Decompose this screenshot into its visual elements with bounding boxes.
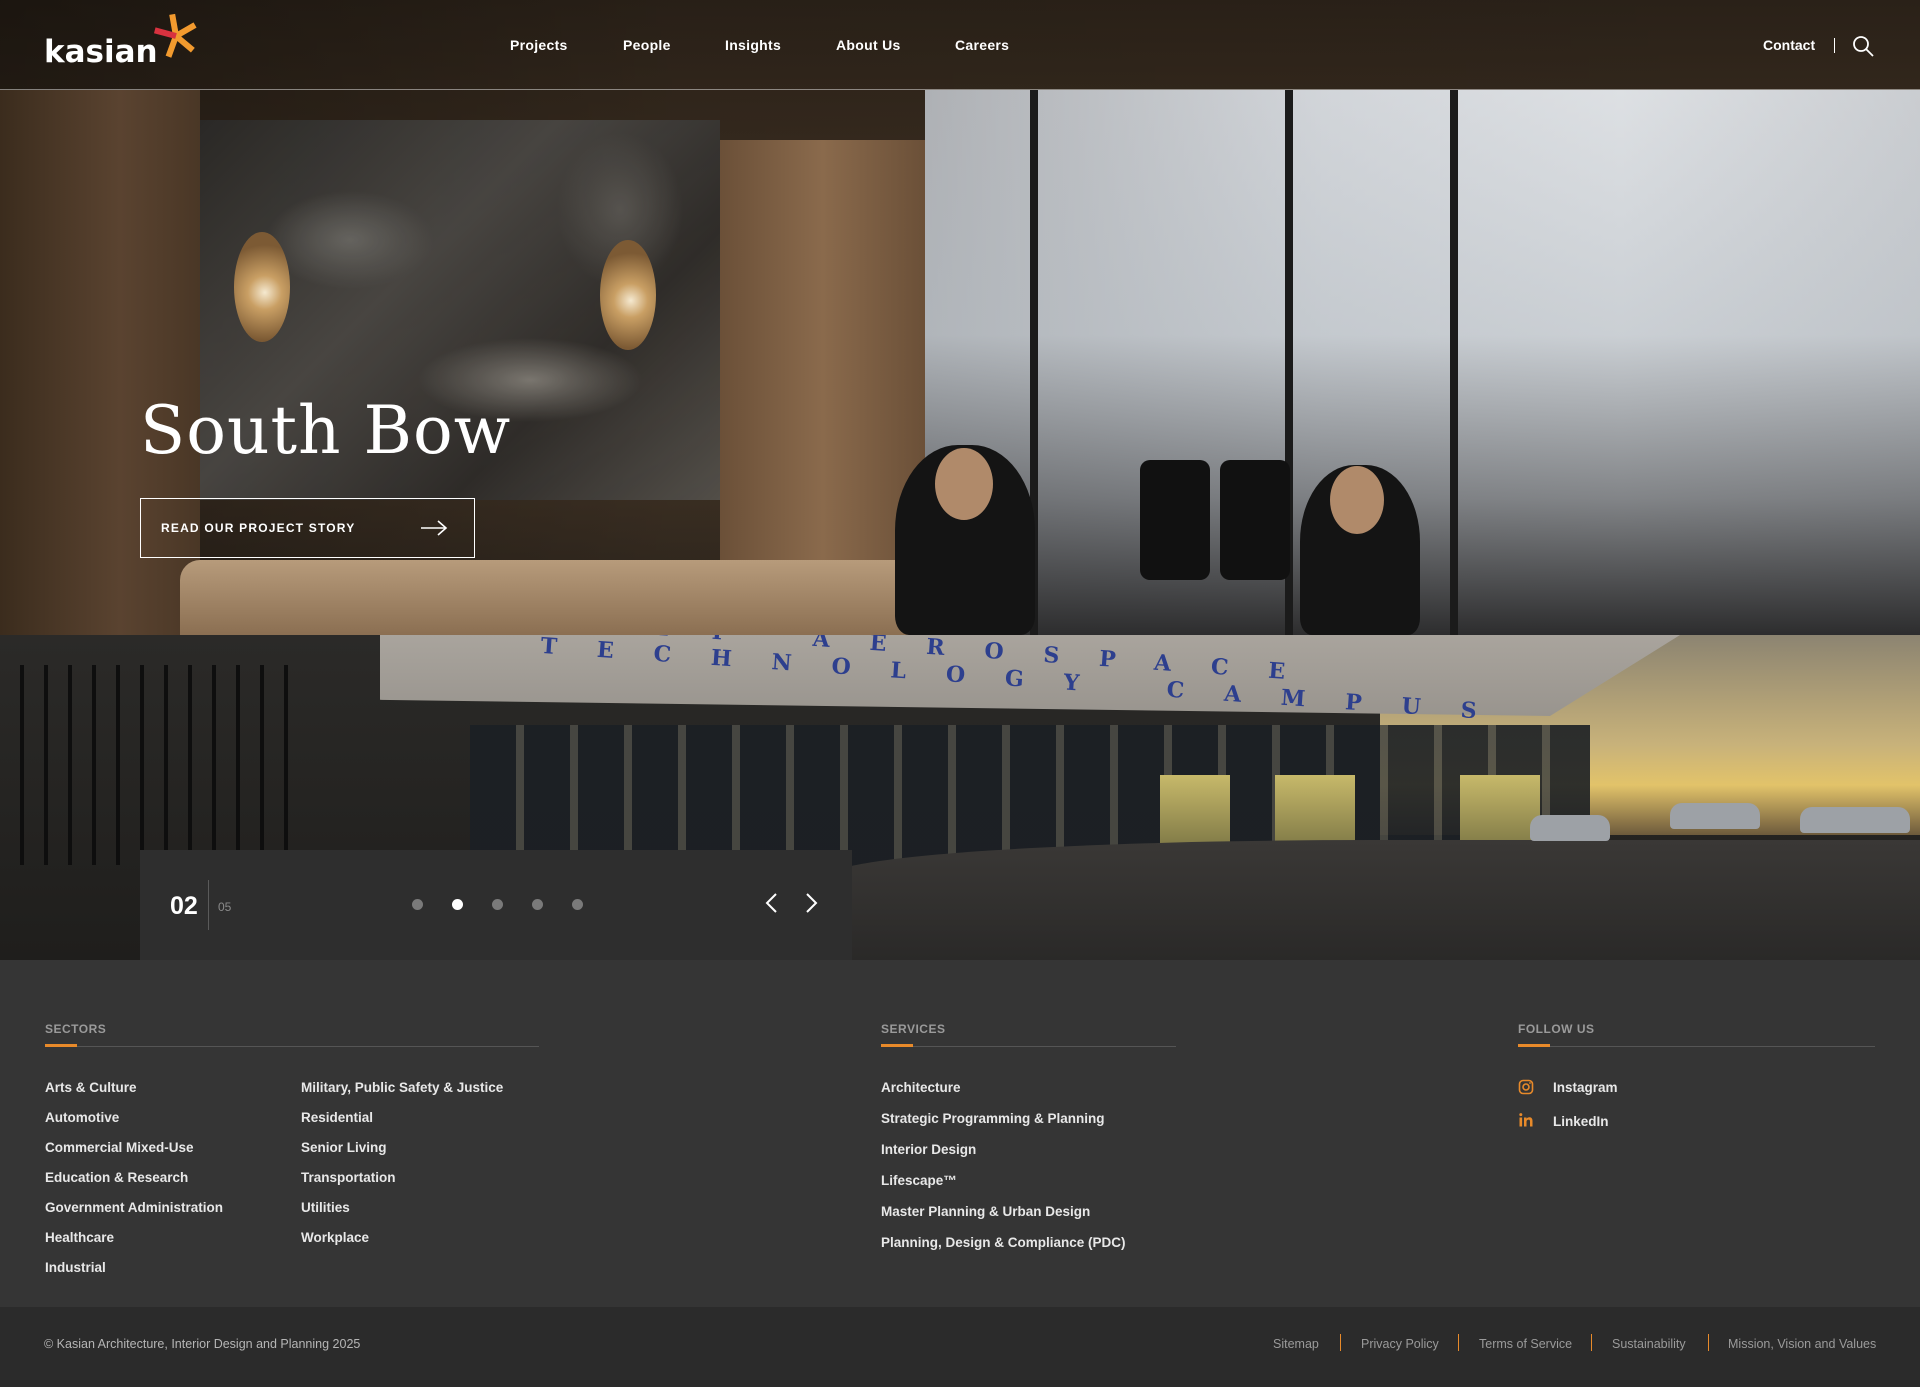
sector-link[interactable]: Residential — [301, 1110, 373, 1125]
footer-link-sitemap[interactable]: Sitemap — [1273, 1337, 1319, 1351]
slide-image-car — [1800, 807, 1910, 833]
sector-link[interactable]: Education & Research — [45, 1170, 188, 1185]
hero-slide: South Bow READ OUR PROJECT STORY — [0, 0, 1920, 635]
service-link[interactable]: Planning, Design & Compliance (PDC) — [881, 1235, 1126, 1250]
cta-label: READ OUR PROJECT STORY — [161, 521, 356, 535]
follow-us-heading: FOLLOW US — [1518, 1022, 1595, 1036]
sectors-heading: SECTORS — [45, 1022, 107, 1036]
sector-link[interactable]: Healthcare — [45, 1230, 114, 1245]
main-nav: Projects People Insights About Us Career… — [0, 37, 1920, 57]
follow-us-accent — [1518, 1044, 1550, 1047]
hero-image-wall-lamp — [600, 240, 656, 350]
contact-link[interactable]: Contact — [1763, 37, 1815, 53]
sector-link[interactable]: Utilities — [301, 1200, 350, 1215]
service-link[interactable]: Interior Design — [881, 1142, 976, 1157]
site-footer: SECTORS Arts & Culture Automotive Commer… — [0, 960, 1920, 1307]
nav-item-insights[interactable]: Insights — [725, 37, 781, 53]
nav-item-about-us[interactable]: About Us — [836, 37, 901, 53]
search-icon[interactable] — [1852, 35, 1874, 57]
slide-dot-4[interactable] — [532, 899, 543, 910]
hero-title: South Bow — [140, 392, 512, 469]
nav-item-projects[interactable]: Projects — [510, 37, 568, 53]
nav-item-careers[interactable]: Careers — [955, 37, 1009, 53]
slide-current-number: 02 — [170, 892, 198, 920]
slide-counter-divider — [208, 880, 209, 930]
chevron-left-icon[interactable] — [757, 888, 787, 918]
follow-us-rule — [1518, 1046, 1875, 1047]
footer-link-divider — [1591, 1334, 1592, 1351]
slide-image-car — [1530, 815, 1610, 841]
hero-image-person-head — [935, 448, 993, 520]
slide-image-fence — [0, 665, 300, 865]
copyright-text: © Kasian Architecture, Interior Design a… — [44, 1337, 361, 1351]
footer-link-divider — [1458, 1334, 1459, 1351]
service-link[interactable]: Master Planning & Urban Design — [881, 1204, 1090, 1219]
sector-link[interactable]: Industrial — [45, 1260, 106, 1275]
hero-image-chair — [1220, 460, 1290, 580]
slide-total-number: 05 — [218, 900, 232, 914]
linkedin-icon[interactable] — [1518, 1112, 1534, 1128]
footer-link-divider — [1708, 1334, 1709, 1351]
read-project-story-button[interactable]: READ OUR PROJECT STORY — [140, 498, 475, 558]
hero-image-chair — [1140, 460, 1210, 580]
services-heading: SERVICES — [881, 1022, 946, 1036]
instagram-link[interactable]: Instagram — [1553, 1080, 1618, 1095]
site-header: kasian Projects People Insights About Us… — [0, 0, 1920, 90]
services-accent — [881, 1044, 913, 1047]
sector-link[interactable]: Commercial Mixed-Use — [45, 1140, 194, 1155]
hero-image-sofa — [180, 560, 940, 635]
sector-link[interactable]: Workplace — [301, 1230, 369, 1245]
service-link[interactable]: Strategic Programming & Planning — [881, 1111, 1105, 1126]
sector-link[interactable]: Transportation — [301, 1170, 396, 1185]
services-rule — [881, 1046, 1176, 1047]
slide-image-car — [1670, 803, 1760, 829]
arrow-right-icon — [421, 520, 448, 536]
chevron-right-icon[interactable] — [796, 888, 826, 918]
hero-image-person-head — [1330, 466, 1384, 534]
footer-link-privacy-policy[interactable]: Privacy Policy — [1361, 1337, 1439, 1351]
hero-image-wall-lamp — [234, 232, 290, 342]
slide-dot-2[interactable] — [452, 899, 463, 910]
footer-bottom-bar: © Kasian Architecture, Interior Design a… — [0, 1307, 1920, 1387]
sectors-rule — [45, 1046, 539, 1047]
slide-dot-1[interactable] — [412, 899, 423, 910]
instagram-icon[interactable] — [1518, 1079, 1534, 1095]
hero-image-glass-office — [925, 90, 1920, 635]
footer-link-terms-of-service[interactable]: Terms of Service — [1479, 1337, 1572, 1351]
sector-link[interactable]: Arts & Culture — [45, 1080, 137, 1095]
service-link[interactable]: Lifescape™ — [881, 1173, 957, 1188]
slide-dot-3[interactable] — [492, 899, 503, 910]
sectors-accent — [45, 1044, 77, 1047]
footer-link-divider — [1340, 1334, 1341, 1351]
sector-link[interactable]: Government Administration — [45, 1200, 223, 1215]
slide-dot-5[interactable] — [572, 899, 583, 910]
footer-link-sustainability[interactable]: Sustainability — [1612, 1337, 1686, 1351]
service-link[interactable]: Architecture — [881, 1080, 961, 1095]
sector-link[interactable]: Automotive — [45, 1110, 119, 1125]
linkedin-link[interactable]: LinkedIn — [1553, 1114, 1609, 1129]
footer-link-mission-vision-values[interactable]: Mission, Vision and Values — [1728, 1337, 1876, 1351]
slide-image-driveway — [830, 840, 1920, 960]
sector-link[interactable]: Military, Public Safety & Justice — [301, 1080, 503, 1095]
nav-divider — [1834, 38, 1835, 53]
slider-controls: 02 05 — [140, 850, 852, 960]
sector-link[interactable]: Senior Living — [301, 1140, 387, 1155]
nav-item-people[interactable]: People — [623, 37, 671, 53]
hero-image-mullion — [1450, 90, 1458, 635]
